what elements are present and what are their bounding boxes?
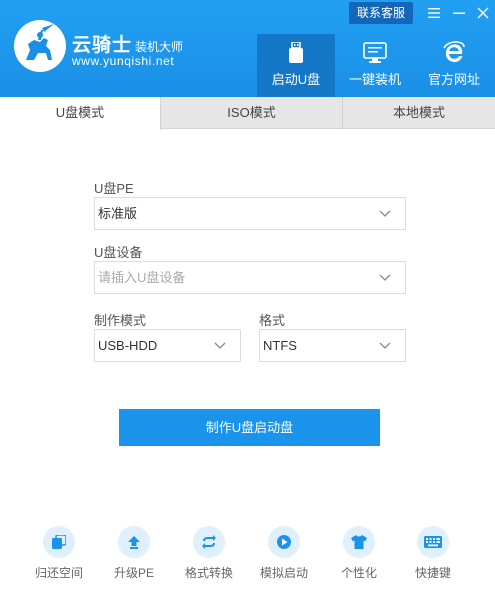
nav-one-click-install[interactable]: 一键装机 [336, 34, 414, 97]
boot-mode-select[interactable]: USB-HDD [94, 329, 241, 362]
contact-support-button[interactable]: 联系客服 [349, 2, 413, 24]
tool-label: 归还空间 [34, 566, 83, 580]
minimize-window-button[interactable] [448, 2, 470, 24]
format-value: NTFS [263, 338, 297, 353]
mode-tabs: U盘模式 ISO模式 本地模式 [0, 97, 495, 130]
tab-iso-mode[interactable]: ISO模式 [161, 97, 343, 129]
convert-icon [193, 526, 225, 558]
chevron-down-icon [379, 342, 391, 349]
shirt-icon [343, 526, 375, 558]
minimize-icon [453, 12, 465, 14]
pe-version-select[interactable]: 标准版 [94, 197, 406, 230]
menu-icon [428, 8, 440, 18]
ie-browser-icon [441, 41, 467, 64]
usb-drive-icon [283, 42, 309, 64]
nav-start-usb[interactable]: 启动U盘 [257, 34, 335, 97]
play-icon [268, 526, 300, 558]
nav-label: 一键装机 [348, 72, 401, 87]
close-window-button[interactable] [472, 2, 494, 24]
nav-label: 官方网址 [427, 72, 480, 87]
tool-format-convert[interactable]: 格式转换 [179, 526, 239, 582]
tool-label: 模拟启动 [259, 566, 308, 580]
device-label: U盘设备 [94, 245, 143, 260]
mode-label: 制作模式 [94, 313, 147, 328]
chevron-down-icon [379, 210, 391, 217]
close-icon [477, 7, 489, 19]
chevron-down-icon [214, 342, 226, 349]
nav-official-site[interactable]: 官方网址 [415, 34, 493, 97]
tool-label: 升级PE [113, 566, 154, 580]
tab-local-mode[interactable]: 本地模式 [343, 97, 495, 129]
minimize-button[interactable] [423, 2, 445, 24]
keyboard-icon [417, 526, 449, 558]
make-boot-usb-button[interactable]: 制作U盘启动盘 [119, 409, 380, 446]
knight-logo-icon [14, 20, 66, 72]
tab-usb-mode[interactable]: U盘模式 [0, 97, 161, 130]
tool-upgrade-pe[interactable]: 升级PE [104, 526, 164, 582]
boot-mode-value: USB-HDD [98, 338, 158, 353]
app-logo: 云骑士 装机大师 www.yunqishi.net [14, 18, 214, 78]
tool-personalize[interactable]: 个性化 [329, 526, 389, 582]
usb-device-placeholder: 请插入U盘设备 [98, 270, 186, 285]
tool-label: 个性化 [340, 566, 377, 580]
monitor-icon [362, 42, 388, 64]
tool-label: 快捷键 [414, 566, 451, 580]
tool-label: 格式转换 [184, 566, 233, 580]
app-title: 云骑士 装机大师 [72, 35, 184, 56]
chevron-down-icon [379, 274, 391, 281]
format-label: 格式 [259, 313, 286, 328]
tool-shortcut-keys[interactable]: 快捷键 [403, 526, 463, 582]
format-select[interactable]: NTFS [259, 329, 406, 362]
usb-device-select[interactable]: 请插入U盘设备 [94, 261, 406, 294]
pe-version-value: 标准版 [98, 206, 138, 221]
app-subtitle: 装机大师 [135, 40, 184, 54]
tool-simulate-boot[interactable]: 模拟启动 [254, 526, 314, 582]
upgrade-icon [118, 526, 150, 558]
pe-label: U盘PE [94, 181, 134, 196]
app-header: 云骑士 装机大师 www.yunqishi.net 联系客服 启动U盘 一键装机… [0, 0, 495, 97]
tool-restore-space[interactable]: 归还空间 [29, 526, 89, 582]
nav-label: 启动U盘 [271, 72, 321, 87]
app-url: www.yunqishi.net [72, 54, 175, 68]
restore-space-icon [43, 526, 75, 558]
